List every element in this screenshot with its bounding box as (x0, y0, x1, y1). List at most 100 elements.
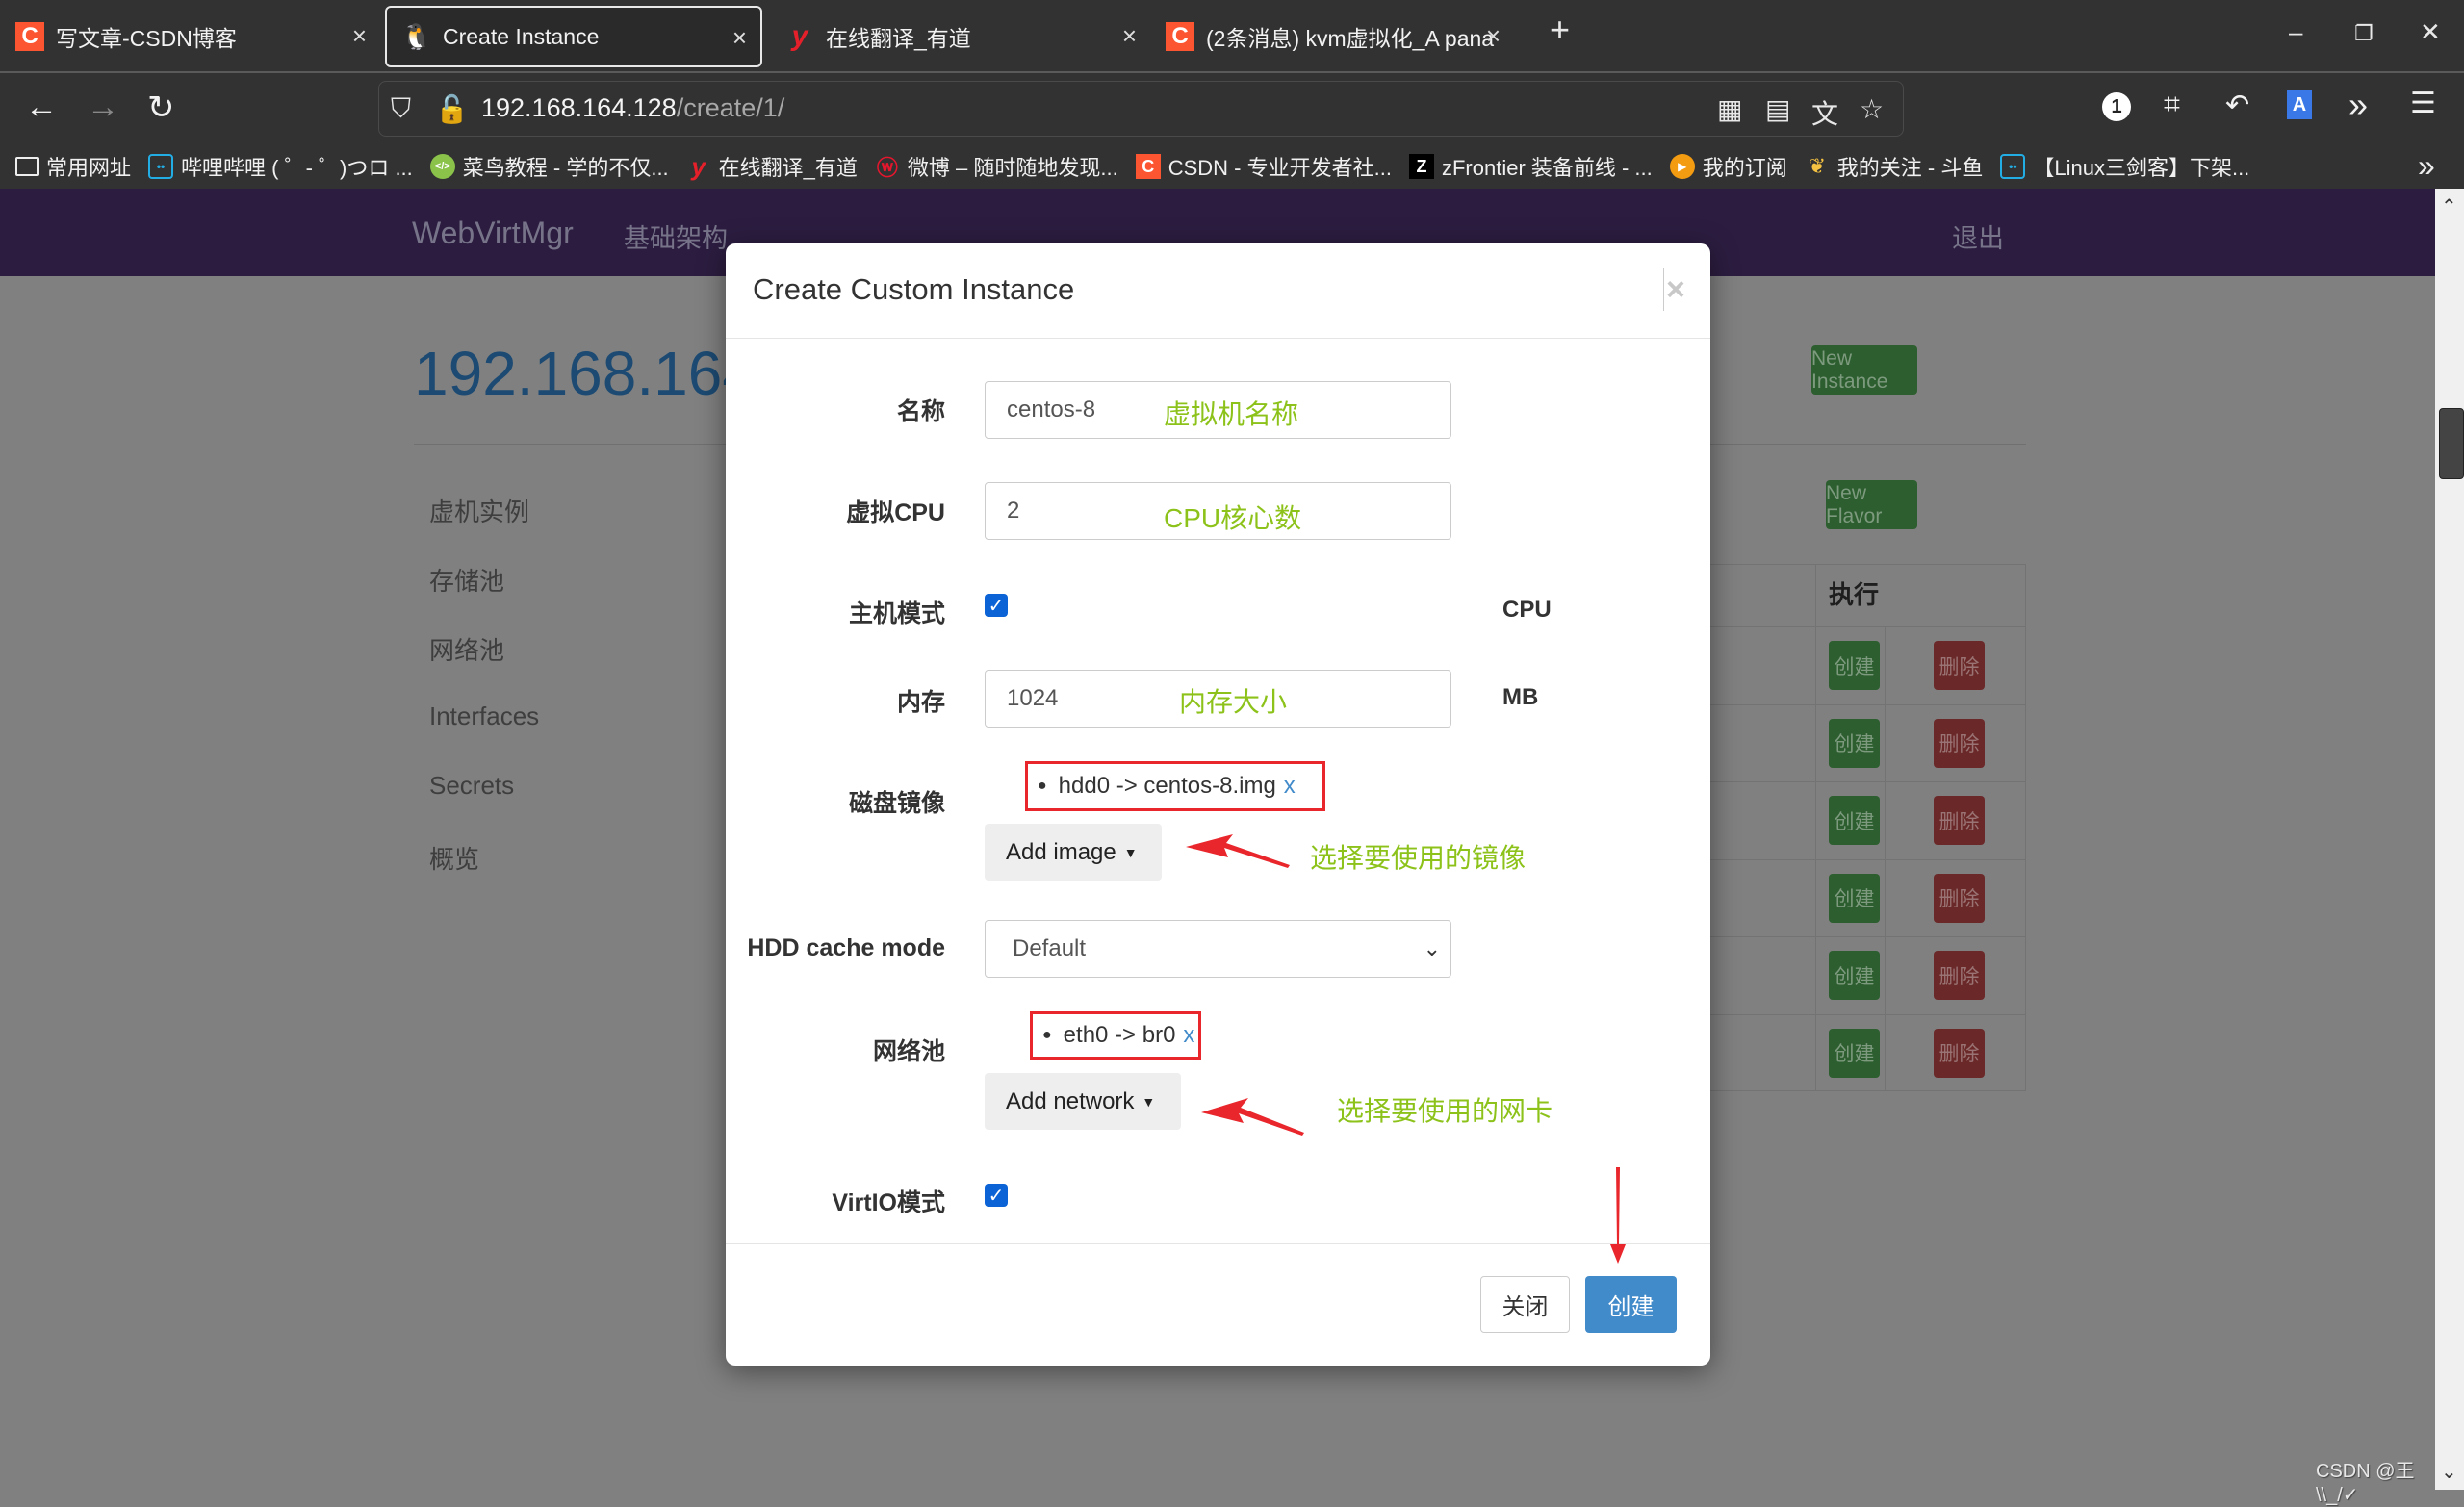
divider (726, 1243, 1710, 1244)
close-tab-icon[interactable]: × (1122, 21, 1137, 51)
sidebar-item-storage[interactable]: 存储池 (429, 562, 504, 598)
row-delete-button[interactable]: 删除 (1934, 718, 1985, 768)
tab-create-instance[interactable]: 🐧 Create Instance × (385, 6, 762, 67)
bookmark-item[interactable]: •• 【Linux三剑客】下架... (2000, 151, 2249, 182)
arrow-to-add-image (1186, 834, 1290, 868)
sidebar-item-secrets[interactable]: Secrets (429, 771, 514, 801)
scroll-up-icon[interactable]: ⌃ (2441, 194, 2457, 218)
remove-disk-link[interactable]: x (1284, 773, 1296, 800)
row-create-button[interactable]: 创建 (1829, 951, 1880, 1000)
runoob-icon: </> (429, 154, 455, 179)
shield-icon[interactable]: ⛉ (391, 93, 411, 125)
row-delete-button[interactable]: 删除 (1934, 796, 1985, 845)
crop-icon[interactable]: ⌗ (2164, 89, 2180, 121)
table-row-divider (1707, 626, 2026, 627)
restore-button[interactable]: ❐ (2354, 21, 2374, 46)
annotation-select-image: 选择要使用的镜像 (1310, 843, 1527, 873)
close-tab-icon[interactable]: × (732, 23, 747, 53)
subscription-icon: ▶ (1669, 154, 1695, 179)
create-button[interactable]: 创建 (1585, 1276, 1677, 1333)
new-tab-button[interactable]: + (1550, 10, 1570, 50)
sidebar-item-instances[interactable]: 虚机实例 (429, 493, 529, 528)
scroll-thumb[interactable] (2439, 408, 2464, 479)
bookmark-item[interactable]: C CSDN - 专业开发者社... (1135, 151, 1392, 182)
youdao-icon: y (691, 151, 706, 181)
bookmark-item[interactable]: ❦ 我的关注 - 斗鱼 (1805, 151, 1984, 182)
tab-title: 在线翻译_有道 (826, 26, 971, 51)
nav-infrastructure[interactable]: 基础架构 (624, 217, 728, 255)
forward-button[interactable]: → (87, 89, 119, 126)
new-instance-button[interactable]: New Instance (1811, 345, 1917, 395)
bookmark-item[interactable]: y 在线翻译_有道 (686, 151, 857, 182)
folder-icon (15, 157, 38, 176)
menu-icon[interactable]: ☰ (2410, 87, 2436, 120)
undo-icon[interactable]: ↶ (2225, 89, 2249, 122)
tab-youdao[interactable]: y 在线翻译_有道 × (770, 6, 1150, 67)
csdn-icon: C (1166, 22, 1194, 51)
host-model-checkbox[interactable]: ✓ (985, 594, 1008, 617)
row-create-button[interactable]: 创建 (1829, 641, 1880, 690)
google-translate-icon[interactable]: A (2287, 90, 2312, 119)
scroll-down-icon[interactable]: ⌄ (2441, 1460, 2457, 1484)
virtio-checkbox[interactable]: ✓ (985, 1184, 1008, 1207)
url-text[interactable]: 192.168.164.128/create/1/ (481, 93, 784, 123)
qr-code-icon[interactable]: ▦ (1717, 93, 1742, 125)
page-scrollbar[interactable]: ⌃ ⌄ (2435, 189, 2464, 1490)
add-network-button[interactable]: Add network ▼ (985, 1073, 1181, 1130)
bookmark-item[interactable]: ZzFrontier 装备前线 - ... (1408, 151, 1653, 182)
sidebar-item-networks[interactable]: 网络池 (429, 631, 504, 667)
close-button[interactable]: 关闭 (1480, 1276, 1570, 1333)
reader-view-icon[interactable]: ▤ (1765, 93, 1790, 125)
new-flavor-button[interactable]: New Flavor (1826, 480, 1917, 529)
close-window-button[interactable]: ✕ (2420, 17, 2441, 47)
nav-logout[interactable]: 退出 (1952, 217, 2004, 255)
close-tab-icon[interactable]: × (352, 21, 367, 51)
reload-button[interactable]: ↻ (147, 89, 175, 127)
translate-icon[interactable]: 文 (1811, 93, 1838, 132)
bookmark-star-icon[interactable]: ☆ (1860, 93, 1884, 125)
row-create-button[interactable]: 创建 (1829, 796, 1880, 845)
bookmark-item[interactable]: ⓦ 微博 – 随时随地发现... (875, 151, 1118, 182)
row-create-button[interactable]: 创建 (1829, 1028, 1880, 1078)
bookmark-item[interactable]: </> 菜鸟教程 - 学的不仅... (429, 151, 669, 182)
tab-csdn-write[interactable]: C 写文章-CSDN博客 × (0, 6, 380, 67)
browser-tab-bar: C 写文章-CSDN博客 × 🐧 Create Instance × y 在线翻… (0, 0, 2464, 73)
watermark: CSDN @王 \\_/✓ (2316, 1461, 2415, 1506)
csdn-icon: C (1135, 154, 1161, 179)
annotation-select-nic: 选择要使用的网卡 (1337, 1096, 1553, 1126)
row-delete-button[interactable]: 删除 (1934, 1028, 1985, 1078)
modal-title: Create Custom Instance (753, 272, 1075, 306)
tab-title: Create Instance (443, 23, 600, 49)
bookmark-item[interactable]: •• 哔哩哔哩 ( ゜- ゜)つロ ... (148, 151, 413, 182)
row-delete-button[interactable]: 删除 (1934, 873, 1985, 923)
disk-item: ● hdd0 -> centos-8.img x (1025, 761, 1325, 811)
row-create-button[interactable]: 创建 (1829, 873, 1880, 923)
minimize-button[interactable]: – (2289, 17, 2302, 47)
row-delete-button[interactable]: 删除 (1934, 641, 1985, 690)
url-bar[interactable]: ⛉ 🔓 192.168.164.128/create/1/ ▦ ▤ 文 ☆ (378, 81, 1904, 137)
sidebar-item-overview[interactable]: 概览 (429, 840, 479, 876)
row-create-button[interactable]: 创建 (1829, 718, 1880, 768)
cache-mode-select[interactable]: Default ⌄ (985, 920, 1451, 978)
arrow-to-create (1610, 1167, 1626, 1264)
close-icon[interactable]: × (1663, 268, 1685, 311)
csdn-icon: C (15, 22, 44, 51)
row-delete-button[interactable]: 删除 (1934, 951, 1985, 1000)
brand-logo[interactable]: WebVirtMgr (412, 216, 574, 251)
back-button[interactable]: ← (25, 89, 58, 126)
overflow-chevron-icon[interactable]: » (2348, 85, 2368, 125)
remove-network-link[interactable]: x (1183, 1022, 1194, 1049)
tab-csdn-kvm[interactable]: C (2条消息) kvm虚拟化_A panac × (1150, 6, 1514, 67)
insecure-lock-icon[interactable]: 🔓 (435, 93, 469, 125)
table-row-divider (1707, 1013, 2026, 1015)
bookmark-folder[interactable]: 常用网址 (15, 151, 131, 182)
douyu-icon: ❦ (1808, 154, 1827, 178)
bookmark-item[interactable]: ▶ 我的订阅 (1669, 151, 1787, 182)
sidebar-item-interfaces[interactable]: Interfaces (429, 702, 539, 731)
bookmarks-overflow-icon[interactable]: » (2418, 148, 2435, 184)
divider (726, 338, 1710, 339)
close-tab-icon[interactable]: × (1486, 21, 1501, 51)
extension-badge-icon[interactable]: 1 (2102, 92, 2131, 121)
add-image-button[interactable]: Add image ▼ (985, 824, 1162, 881)
tab-title: (2条消息) kvm虚拟化_A panac (1206, 26, 1495, 51)
